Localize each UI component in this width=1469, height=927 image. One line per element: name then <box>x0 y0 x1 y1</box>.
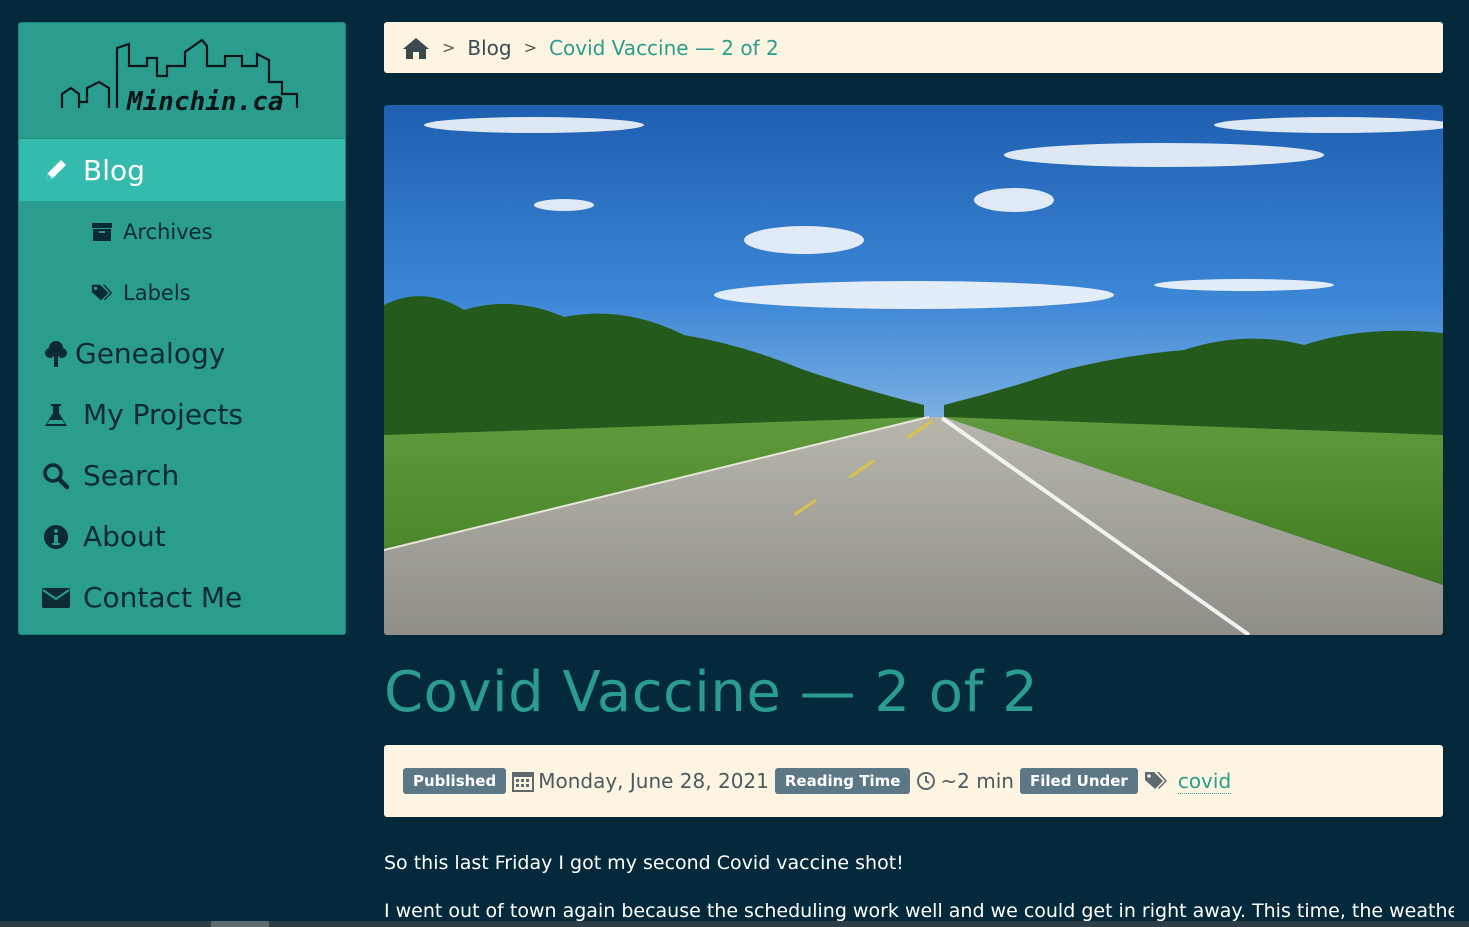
calendar-icon <box>512 770 535 792</box>
skyline-logo-icon: Minchin.ca <box>60 38 299 117</box>
post-paragraph: So this last Friday I got my second Covi… <box>384 852 904 874</box>
nav-item-contact-me[interactable]: Contact Me <box>19 567 345 628</box>
tree-icon <box>41 340 71 368</box>
home-icon[interactable] <box>402 36 430 60</box>
breadcrumb-blog-link[interactable]: Blog <box>467 36 511 60</box>
sidebar: Minchin.ca Blog Archives Labels Genealog… <box>18 22 346 635</box>
clock-icon <box>916 771 936 791</box>
nav-label-about: About <box>83 520 166 553</box>
reading-time: ~2 min <box>940 769 1014 793</box>
info-icon <box>41 524 71 550</box>
nav-label-archives: Archives <box>123 219 213 244</box>
breadcrumb: > Blog > Covid Vaccine — 2 of 2 <box>384 22 1443 73</box>
nav-item-archives[interactable]: Archives <box>19 201 345 262</box>
site-logo[interactable]: Minchin.ca <box>19 23 345 139</box>
nav-item-search[interactable]: Search <box>19 445 345 506</box>
breadcrumb-current: Covid Vaccine — 2 of 2 <box>549 35 779 60</box>
nav-item-my-projects[interactable]: My Projects <box>19 384 345 445</box>
reading-time-badge: Reading Time <box>774 768 911 794</box>
breadcrumb-separator: > <box>442 38 456 57</box>
nav-label-search: Search <box>83 459 180 492</box>
nav-item-blog[interactable]: Blog <box>19 139 345 201</box>
scrollbar-thumb[interactable] <box>211 921 269 927</box>
nav-label-labels: Labels <box>123 280 191 305</box>
nav-label-my-projects: My Projects <box>83 398 244 431</box>
nav-item-genealogy[interactable]: Genealogy <box>19 323 345 384</box>
flask-icon <box>41 402 71 428</box>
post-meta-bar: Published Monday, June 28, 2021 Reading … <box>384 745 1443 817</box>
horizontal-scrollbar[interactable] <box>0 921 1469 927</box>
archive-icon <box>91 221 113 243</box>
post-title: Covid Vaccine — 2 of 2 <box>384 660 1039 725</box>
search-icon <box>41 462 71 490</box>
tags-icon <box>91 282 113 304</box>
filed-under-badge: Filed Under <box>1019 768 1138 794</box>
nav-label-genealogy: Genealogy <box>75 337 226 370</box>
published-badge: Published <box>403 768 507 794</box>
pencil-icon <box>41 157 71 183</box>
nav-label-blog: Blog <box>83 153 145 187</box>
nav-item-about[interactable]: About <box>19 506 345 567</box>
breadcrumb-separator: > <box>523 38 538 57</box>
nav-label-contact-me: Contact Me <box>83 581 243 614</box>
tag-link-covid[interactable]: covid <box>1177 769 1232 794</box>
nav-item-labels[interactable]: Labels <box>19 262 345 323</box>
post-date: Monday, June 28, 2021 <box>538 769 769 793</box>
logo-text: Minchin.ca <box>126 87 284 117</box>
tags-icon <box>1144 770 1170 792</box>
envelope-icon <box>41 586 71 610</box>
hero-image <box>384 105 1443 635</box>
